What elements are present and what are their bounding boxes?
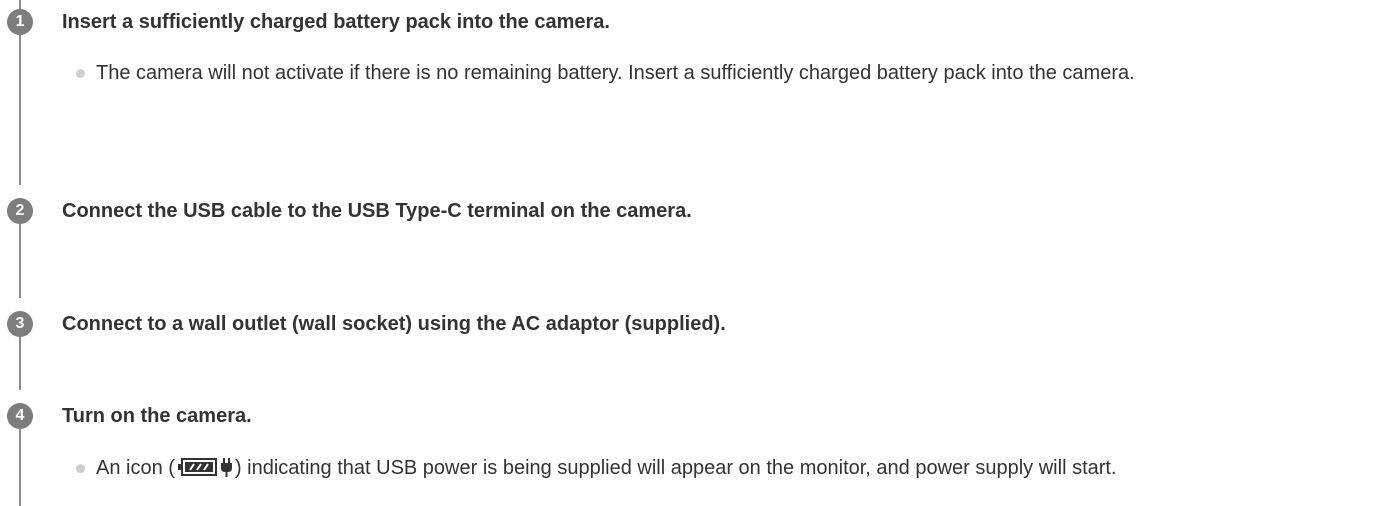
step-2-number: 2 [7, 198, 33, 224]
step-2-title: Connect the USB cable to the USB Type-C … [62, 200, 692, 222]
step-3-title: Connect to a wall outlet (wall socket) u… [62, 313, 726, 335]
step-3-number: 3 [7, 311, 33, 337]
step-4-connector-line [19, 416, 21, 506]
step-1-number: 1 [7, 9, 33, 35]
step-4-note-after-icon: ) indicating that USB power is being sup… [234, 457, 1117, 479]
step-4-note: An icon ( ) indicating that USB power is … [96, 451, 1366, 486]
usb-power-supply-icon [177, 458, 232, 477]
step-4-number: 4 [7, 403, 33, 429]
procedure-steps: 1 Insert a sufficiently charged battery … [0, 0, 1389, 506]
step-1-note: The camera will not activate if there is… [96, 62, 1135, 84]
step-4-bullet [76, 464, 85, 473]
step-1-bullet [76, 69, 85, 78]
step-2-connector-line [19, 211, 21, 298]
step-4-title: Turn on the camera. [62, 405, 252, 427]
step-4-note-before-icon: An icon ( [96, 457, 175, 479]
step-1-title: Insert a sufficiently charged battery pa… [62, 11, 610, 33]
